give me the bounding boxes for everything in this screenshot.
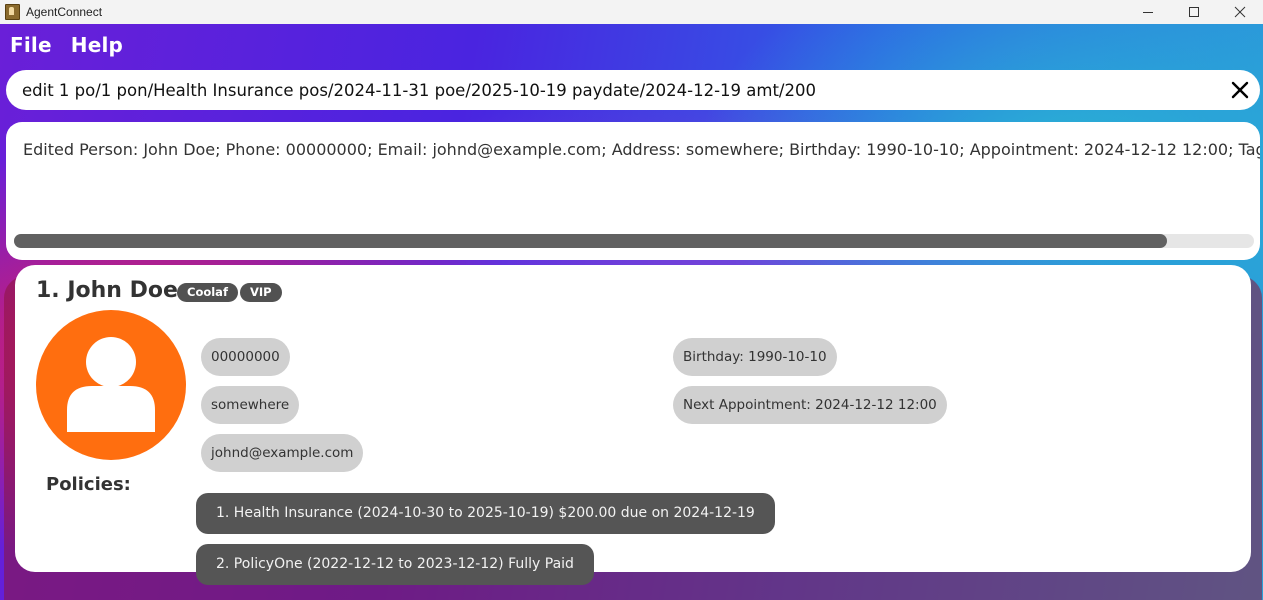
window-controls — [1125, 0, 1263, 24]
window-titlebar: AgentConnect — [0, 0, 1263, 24]
scrollbar-thumb[interactable] — [14, 234, 1167, 248]
menu-bar: File Help — [0, 24, 132, 66]
appointment-chip: Next Appointment: 2024-12-12 12:00 — [673, 386, 947, 424]
address-chip: somewhere — [201, 386, 300, 424]
command-box — [6, 70, 1260, 110]
close-icon — [1231, 81, 1249, 99]
person-card[interactable]: 1. John Doe Coolaf VIP 00000000 somewher… — [15, 265, 1251, 585]
user-avatar-icon — [36, 310, 186, 460]
result-message: Edited Person: John Doe; Phone: 00000000… — [23, 140, 1260, 159]
window-title: AgentConnect — [26, 5, 103, 19]
maximize-button[interactable] — [1171, 0, 1217, 24]
minimize-button[interactable] — [1125, 0, 1171, 24]
close-icon — [1234, 6, 1246, 18]
clear-command-button[interactable] — [1230, 80, 1250, 100]
policy-item: 1. Health Insurance (2024-10-30 to 2025-… — [196, 493, 775, 534]
menu-file[interactable]: File — [0, 33, 61, 57]
birthday-chip: Birthday: 1990-10-10 — [673, 338, 837, 376]
tag-badge: Coolaf — [177, 283, 238, 302]
person-name: 1. John Doe — [36, 278, 178, 303]
close-window-button[interactable] — [1217, 0, 1263, 24]
minimize-icon — [1143, 12, 1153, 13]
policy-item: 2. PolicyOne (2022-12-12 to 2023-12-12) … — [196, 544, 594, 585]
email-chip: johnd@example.com — [201, 434, 364, 472]
phone-chip: 00000000 — [201, 338, 290, 376]
tag-badge: VIP — [240, 283, 282, 302]
maximize-icon — [1189, 7, 1199, 17]
menu-help[interactable]: Help — [61, 33, 132, 57]
result-display: Edited Person: John Doe; Phone: 00000000… — [6, 122, 1260, 260]
app-icon — [5, 4, 20, 20]
command-input[interactable] — [22, 80, 1212, 100]
horizontal-scrollbar[interactable] — [14, 234, 1254, 248]
policies-label: Policies: — [46, 474, 131, 495]
